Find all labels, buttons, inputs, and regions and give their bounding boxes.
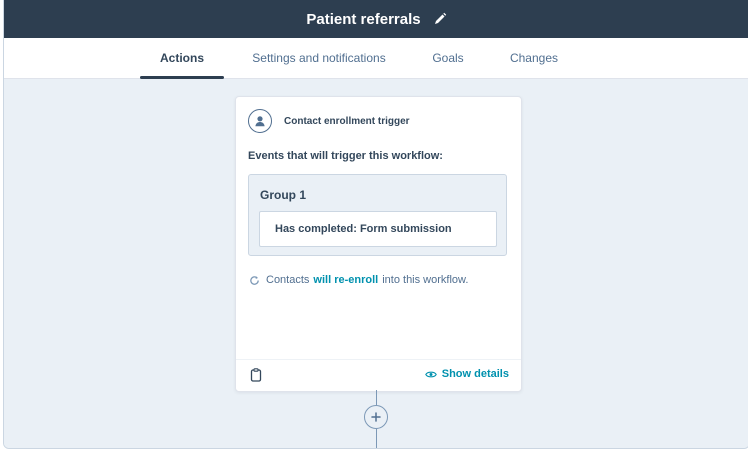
plus-icon bbox=[371, 412, 381, 422]
workflow-title: Patient referrals bbox=[306, 10, 421, 28]
card-footer: Show details bbox=[236, 359, 521, 391]
reenroll-note: Contacts will re-enroll into this workfl… bbox=[249, 274, 468, 286]
trigger-heading: Contact enrollment trigger bbox=[284, 115, 410, 127]
connector-line-top bbox=[376, 390, 377, 405]
clipboard-icon[interactable] bbox=[250, 368, 262, 382]
reenroll-link[interactable]: will re-enroll bbox=[313, 274, 378, 286]
trigger-group[interactable]: Group 1 Has completed: Form submission bbox=[248, 174, 507, 256]
eye-icon bbox=[424, 371, 437, 377]
trigger-condition[interactable]: Has completed: Form submission bbox=[259, 211, 497, 247]
workflow-canvas: Contact enrollment trigger Events that w… bbox=[4, 79, 748, 448]
show-details-label: Show details bbox=[441, 368, 509, 380]
refresh-icon bbox=[250, 275, 259, 285]
tab-actions[interactable]: Actions bbox=[140, 38, 224, 79]
enrollment-trigger-card[interactable]: Contact enrollment trigger Events that w… bbox=[235, 96, 522, 392]
trigger-header: Contact enrollment trigger bbox=[248, 109, 410, 133]
connector-line-bottom bbox=[376, 429, 377, 448]
events-label: Events that will trigger this workflow: bbox=[248, 150, 443, 162]
tab-changes[interactable]: Changes bbox=[504, 38, 564, 78]
reenroll-prefix: Contacts bbox=[266, 274, 310, 286]
group-title: Group 1 bbox=[260, 188, 307, 202]
reenroll-suffix: into this workflow. bbox=[382, 274, 469, 286]
pencil-icon[interactable] bbox=[433, 12, 447, 26]
workflow-editor: Patient referrals Actions Settings and n… bbox=[3, 0, 748, 449]
show-details-button[interactable]: Show details bbox=[424, 368, 509, 380]
header-bar: Patient referrals bbox=[4, 0, 748, 38]
tab-settings-and-notifications[interactable]: Settings and notifications bbox=[244, 38, 394, 78]
add-action-button[interactable] bbox=[364, 405, 388, 429]
contact-icon bbox=[248, 109, 272, 133]
tab-goals[interactable]: Goals bbox=[424, 38, 472, 78]
tab-bar: Actions Settings and notifications Goals… bbox=[4, 38, 748, 79]
